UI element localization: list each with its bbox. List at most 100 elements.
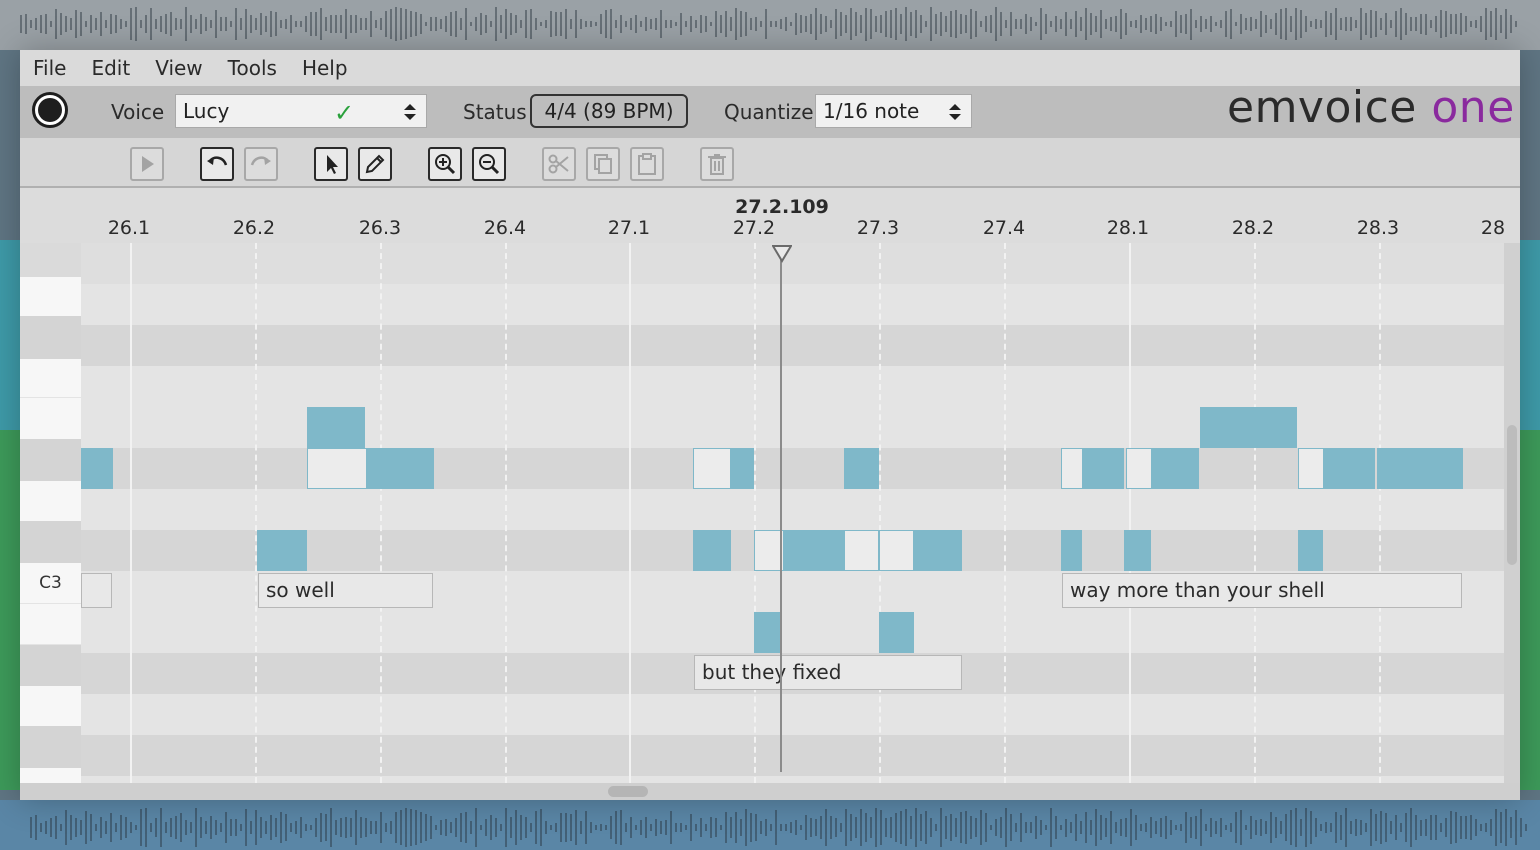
- bar-line: [130, 243, 132, 783]
- ruler-tick: 27.2: [732, 217, 776, 239]
- menu-view[interactable]: View: [143, 50, 214, 86]
- pitch-row: [20, 694, 1504, 735]
- piano-key-white[interactable]: [20, 604, 81, 644]
- pencil-tool-button[interactable]: [358, 147, 392, 181]
- note[interactable]: [1323, 448, 1375, 489]
- piano-key-black[interactable]: [20, 316, 81, 359]
- voice-label: Voice: [111, 100, 165, 124]
- piano-roll-grid[interactable]: C3 so well but they fixed way more than …: [20, 243, 1504, 783]
- piano-key-black[interactable]: [20, 726, 81, 768]
- note[interactable]: [1061, 530, 1082, 571]
- piano-key-white[interactable]: [20, 277, 81, 316]
- beat-line: [1254, 243, 1256, 783]
- note-transition[interactable]: [307, 448, 367, 489]
- ruler-tick: 27.4: [982, 217, 1026, 239]
- piano-key-white[interactable]: [20, 481, 81, 521]
- note[interactable]: [1200, 407, 1297, 448]
- note-transition[interactable]: [1126, 448, 1152, 489]
- play-button[interactable]: [130, 147, 164, 181]
- piano-key-black[interactable]: [20, 439, 81, 481]
- copy-icon: [594, 154, 612, 174]
- note[interactable]: [257, 530, 307, 571]
- note[interactable]: [1377, 448, 1463, 489]
- pitch-row: [20, 325, 1504, 366]
- playhead-line[interactable]: [780, 248, 782, 772]
- vertical-scroll-thumb[interactable]: [1507, 425, 1517, 565]
- lyric-box[interactable]: way more than your shell: [1062, 573, 1462, 608]
- voice-select[interactable]: Lucy ✓: [175, 94, 427, 128]
- undo-button[interactable]: [200, 147, 234, 181]
- beat-line: [380, 243, 382, 783]
- select-tool-button[interactable]: [314, 147, 348, 181]
- note[interactable]: [731, 448, 754, 489]
- playhead-top-marker-icon[interactable]: [772, 245, 792, 263]
- note[interactable]: [366, 448, 434, 489]
- check-icon: ✓: [334, 99, 355, 127]
- zoom-out-icon: [479, 154, 500, 175]
- lyric-box[interactable]: but they fixed: [694, 655, 962, 690]
- select-arrow-icon: [327, 155, 338, 174]
- power-logo-icon[interactable]: [32, 92, 68, 128]
- note[interactable]: [1124, 530, 1151, 571]
- status-value: 4/4 (89 BPM): [544, 99, 674, 123]
- note[interactable]: [1152, 448, 1199, 489]
- cut-button[interactable]: [542, 147, 576, 181]
- vertical-scrollbar[interactable]: [1504, 243, 1520, 783]
- piano-key-white[interactable]: [20, 768, 81, 783]
- menu-edit[interactable]: Edit: [79, 50, 142, 86]
- note-transition[interactable]: [844, 530, 879, 571]
- menu-file[interactable]: File: [20, 50, 78, 86]
- horizontal-scrollbar[interactable]: [20, 783, 1520, 800]
- note[interactable]: [1082, 448, 1124, 489]
- beat-line: [754, 243, 756, 783]
- brand-name-part1: emvoice: [1227, 82, 1417, 133]
- note-transition[interactable]: [879, 530, 914, 571]
- menu-help[interactable]: Help: [290, 50, 360, 86]
- piano-key-white[interactable]: [20, 359, 81, 397]
- voice-bar: Voice Lucy ✓ Status 4/4 (89 BPM) Quantiz…: [20, 82, 1520, 138]
- ruler-tick: 28.3: [1356, 217, 1400, 239]
- quantize-select[interactable]: 1/16 note: [815, 94, 972, 128]
- paste-button[interactable]: [630, 147, 664, 181]
- piano-key-c3[interactable]: C3: [20, 563, 81, 603]
- zoom-in-button[interactable]: [428, 147, 462, 181]
- quantize-value: 1/16 note: [823, 99, 920, 123]
- ruler-tick: 26.2: [232, 217, 276, 239]
- piano-key-white[interactable]: [20, 686, 81, 726]
- lyric-text: way more than your shell: [1070, 578, 1325, 602]
- horizontal-scroll-thumb[interactable]: [608, 786, 648, 797]
- pencil-icon: [365, 154, 385, 174]
- note[interactable]: [693, 530, 731, 571]
- note[interactable]: [81, 448, 113, 489]
- bar-line: [1129, 243, 1131, 783]
- c3-label: C3: [39, 573, 62, 593]
- zoom-out-button[interactable]: [472, 147, 506, 181]
- redo-button[interactable]: [244, 147, 278, 181]
- pitch-row: [20, 243, 1504, 284]
- piano-key-black[interactable]: [20, 645, 81, 686]
- piano-key-black[interactable]: [20, 243, 81, 277]
- note-transition[interactable]: [1298, 448, 1324, 489]
- beat-line: [255, 243, 257, 783]
- beat-line: [1379, 243, 1381, 783]
- delete-button[interactable]: [700, 147, 734, 181]
- timeline-ruler[interactable]: 27.2.109 26.1 26.2 26.3 26.4 27.1 27.2 2…: [20, 188, 1520, 243]
- menu-tools[interactable]: Tools: [216, 50, 289, 86]
- piano-key-black[interactable]: [20, 521, 81, 563]
- note[interactable]: [879, 612, 914, 653]
- copy-button[interactable]: [586, 147, 620, 181]
- paste-icon: [638, 153, 656, 175]
- note[interactable]: [754, 612, 782, 653]
- note[interactable]: [307, 407, 365, 448]
- note[interactable]: [914, 530, 962, 571]
- note[interactable]: [844, 448, 879, 489]
- note-transition[interactable]: [693, 448, 731, 489]
- lyric-box[interactable]: [81, 573, 112, 608]
- voice-value: Lucy: [183, 99, 230, 123]
- note[interactable]: [784, 530, 844, 571]
- ruler-tick: 28.2: [1231, 217, 1275, 239]
- piano-key-white[interactable]: [20, 398, 81, 439]
- note[interactable]: [1298, 530, 1323, 571]
- lyric-box[interactable]: so well: [258, 573, 433, 608]
- ruler-tick: 28: [1480, 217, 1506, 239]
